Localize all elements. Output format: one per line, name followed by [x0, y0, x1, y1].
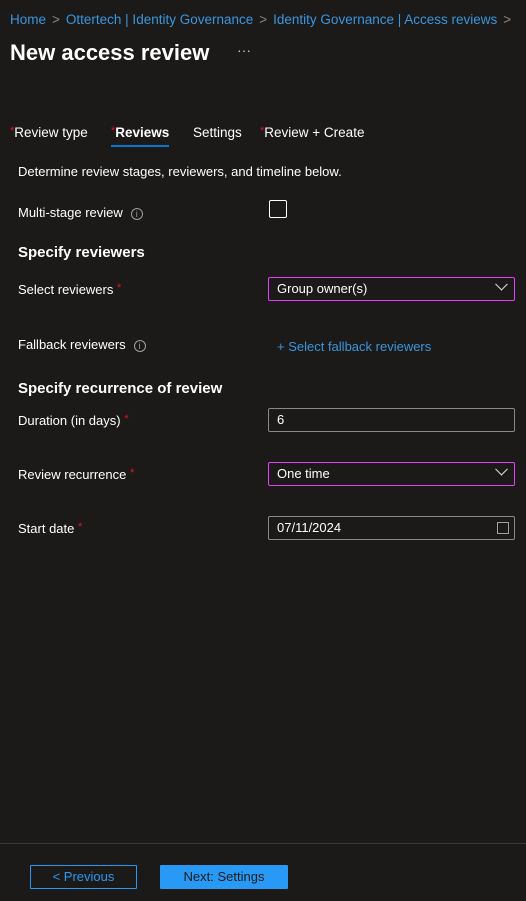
- intro-text: Determine review stages, reviewers, and …: [18, 164, 342, 179]
- specify-recurrence-heading: Specify recurrence of review: [18, 380, 223, 397]
- label-text: Review recurrence: [18, 467, 127, 482]
- label-text: Multi-stage review: [18, 205, 123, 220]
- label-text: Select reviewers: [18, 282, 114, 297]
- previous-button[interactable]: < Previous: [30, 865, 137, 889]
- select-reviewers-label: Select reviewers *: [18, 282, 121, 297]
- start-date-input[interactable]: 07/11/2024: [268, 516, 515, 540]
- chevron-right-icon: >: [259, 12, 268, 27]
- multistage-label: Multi-stage review i: [18, 205, 143, 220]
- tab-review-type[interactable]: *Review type: [10, 125, 88, 140]
- required-marker: *: [130, 467, 135, 479]
- next-settings-button[interactable]: Next: Settings: [160, 865, 288, 889]
- tab-label: Review type: [14, 125, 88, 140]
- label-text: Duration (in days): [18, 413, 121, 428]
- info-icon[interactable]: i: [130, 207, 143, 220]
- dropdown-value: Group owner(s): [277, 281, 368, 296]
- duration-label: Duration (in days) *: [18, 413, 129, 428]
- select-fallback-reviewers-link[interactable]: + Select fallback reviewers: [277, 339, 431, 354]
- chevron-right-icon: >: [52, 12, 60, 27]
- tab-reviews[interactable]: *Reviews: [111, 125, 170, 147]
- specify-reviewers-heading: Specify reviewers: [18, 244, 145, 261]
- label-text: Start date: [18, 521, 75, 536]
- tab-label: Settings: [193, 125, 242, 140]
- fallback-reviewers-label: Fallback reviewers i: [18, 337, 146, 352]
- duration-input[interactable]: 6: [268, 408, 515, 432]
- page-title: New access review: [10, 40, 210, 65]
- tab-label: Review + Create: [264, 125, 365, 140]
- tab-review-create[interactable]: *Review + Create: [260, 125, 364, 140]
- tab-label: Reviews: [115, 125, 170, 140]
- tab-settings[interactable]: Settings: [193, 125, 242, 140]
- chevron-down-icon: [495, 277, 508, 291]
- breadcrumb: Home > Ottertech | Identity Governance > Ide…: [10, 12, 517, 27]
- review-recurrence-label: Review recurrence *: [18, 467, 134, 482]
- more-options-button[interactable]: ···: [237, 42, 251, 58]
- breadcrumb-home[interactable]: Home: [10, 12, 46, 27]
- review-recurrence-dropdown[interactable]: One time: [268, 462, 515, 486]
- chevron-right-icon: >: [503, 12, 512, 27]
- label-text: Fallback reviewers: [18, 337, 126, 352]
- start-date-label: Start date *: [18, 521, 82, 536]
- chevron-down-icon: [495, 462, 508, 476]
- calendar-icon[interactable]: [497, 522, 509, 534]
- breadcrumb-access-reviews[interactable]: Identity Governance | Access reviews: [273, 12, 497, 27]
- footer-divider: [0, 843, 526, 844]
- dropdown-value: One time: [277, 466, 330, 481]
- required-marker: *: [124, 413, 129, 425]
- required-marker: *: [117, 282, 122, 294]
- date-value: 07/11/2024: [277, 520, 342, 535]
- info-icon[interactable]: i: [133, 339, 146, 352]
- breadcrumb-identity-governance[interactable]: Ottertech | Identity Governance: [66, 12, 253, 27]
- multistage-checkbox[interactable]: [269, 200, 287, 218]
- required-marker: *: [78, 521, 83, 533]
- select-reviewers-dropdown[interactable]: Group owner(s): [268, 277, 515, 301]
